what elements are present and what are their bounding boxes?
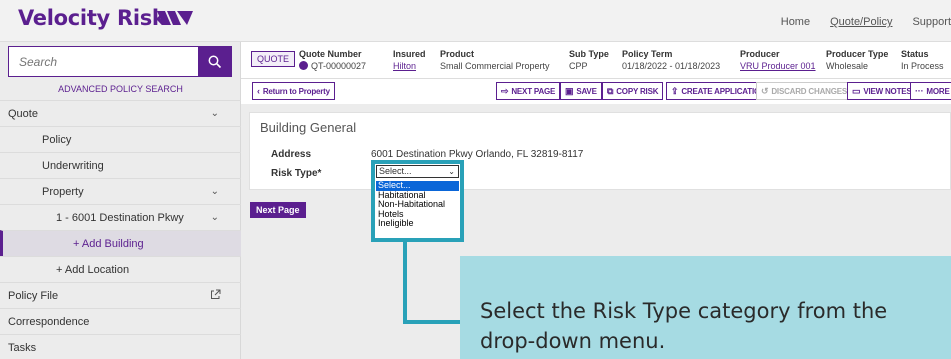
sidebar-item-policy-file[interactable]: Policy File (0, 282, 241, 308)
field-value: Small Commercial Property (440, 61, 550, 71)
field-value: QT-00000027 (311, 61, 367, 71)
more-icon: ··· (915, 86, 924, 96)
search-input[interactable] (9, 47, 198, 76)
status: Status In Process (901, 48, 944, 72)
next-page-button[interactable]: Next Page (250, 202, 306, 218)
search-icon (208, 55, 221, 68)
risk-type-highlight: Select... ⌄ Select... Habitational Non-H… (371, 160, 464, 242)
risk-type-options: Select... Habitational Non-Habitational … (376, 180, 459, 229)
insured: Insured Hilton (393, 48, 426, 72)
risk-type-label: Risk Type* (271, 168, 322, 179)
quote-number: Quote Number QT-00000027 (299, 48, 366, 72)
field-label: Sub Type (569, 49, 609, 59)
field-label: Status (901, 49, 929, 59)
building-general-panel: Building General Address 6001 Destinatio… (249, 112, 951, 190)
sidebar-item-label: Property (42, 186, 84, 198)
discard-changes-button[interactable]: ↺ DISCARD CHANGES (756, 82, 853, 100)
search-button[interactable] (198, 47, 231, 76)
insured-link[interactable]: Hilton (393, 60, 426, 72)
nav-quote-policy[interactable]: Quote/Policy (830, 16, 892, 28)
sidebar-item-label: 1 - 6001 Destination Pkwy (56, 212, 184, 224)
action-toolbar: ‹ Return to Property ⇨ NEXT PAGE ▣ SAVE ⧉ CO… (241, 80, 951, 102)
chevron-left-icon: ‹ (257, 86, 260, 96)
callout-connector (403, 242, 407, 324)
producer: Producer VRU Producer 001 (740, 48, 816, 72)
product: Product Small Commercial Property (440, 48, 550, 72)
callout-connector (403, 320, 463, 324)
panel-title: Building General (260, 120, 357, 135)
save-icon: ▣ (565, 85, 574, 96)
return-to-property-button[interactable]: ‹ Return to Property (252, 82, 335, 100)
sidebar-item-correspondence[interactable]: Correspondence (0, 308, 241, 334)
instruction-callout: Select the Risk Type category from the d… (460, 256, 951, 359)
next-page-toolbar-button[interactable]: ⇨ NEXT PAGE (496, 82, 561, 100)
advanced-policy-search-link[interactable]: ADVANCED POLICY SEARCH (0, 84, 241, 94)
risk-type-select[interactable]: Select... ⌄ (376, 165, 459, 178)
more-button[interactable]: ··· MORE (910, 82, 951, 100)
sidebar-item-tasks[interactable]: Tasks (0, 334, 241, 359)
external-link-icon (211, 289, 221, 299)
field-value: In Process (901, 61, 944, 71)
sidebar-item-label: Policy (42, 134, 72, 146)
field-label: Quote Number (299, 49, 362, 59)
arrow-right-icon: ⇨ (501, 85, 509, 96)
chevron-down-circle-icon[interactable] (299, 61, 308, 71)
app-logo[interactable]: Velocity Risk (18, 6, 166, 30)
sidebar-item-location-1[interactable]: 1 - 6001 Destination Pkwy ⌄ (0, 204, 241, 230)
producer-type: Producer Type Wholesale (826, 48, 888, 72)
field-value: Wholesale (826, 61, 869, 71)
sidebar: ADVANCED POLICY SEARCH Quote ⌄ Policy Un… (0, 42, 241, 359)
quote-status-badge: QUOTE (251, 51, 296, 67)
risk-type-option[interactable]: Ineligible (376, 218, 459, 229)
create-application-button[interactable]: ⇪ CREATE APPLICATION (666, 82, 771, 100)
sidebar-item-underwriting[interactable]: Underwriting (0, 152, 241, 178)
sidebar-item-quote[interactable]: Quote ⌄ (0, 100, 241, 126)
nav-support[interactable]: Support (912, 16, 951, 28)
address-value: 6001 Destination Pkwy Orlando, FL 32819-… (371, 149, 584, 160)
sidebar-item-label: Correspondence (8, 316, 90, 328)
copy-risk-button[interactable]: ⧉ COPY RISK (602, 82, 664, 100)
field-label: Product (440, 49, 475, 59)
chevron-down-icon: ⌄ (448, 167, 455, 176)
view-notes-button[interactable]: ▭ VIEW NOTES (847, 82, 917, 100)
quote-info-bar: QUOTE Quote Number QT-00000027 Insured H… (241, 42, 951, 79)
sidebar-nav: Quote ⌄ Policy Underwriting Property ⌄ 1… (0, 100, 241, 359)
sidebar-item-label: Underwriting (42, 160, 104, 172)
sidebar-item-label: Quote (8, 108, 38, 120)
field-value: CPP (569, 61, 588, 71)
field-label: Policy Term (622, 49, 673, 59)
sub-type: Sub Type CPP (569, 48, 609, 72)
sidebar-item-add-building[interactable]: + Add Building (0, 230, 241, 256)
sidebar-item-label: Policy File (8, 290, 59, 302)
undo-icon: ↺ (761, 85, 769, 96)
sidebar-item-label: + Add Location (56, 264, 130, 276)
nav-home[interactable]: Home (781, 16, 810, 28)
search-box (8, 46, 232, 77)
policy-term: Policy Term 01/18/2022 - 01/18/2023 (622, 48, 720, 72)
callout-text: Select the Risk Type category from the d… (480, 299, 888, 353)
sidebar-item-property[interactable]: Property ⌄ (0, 178, 241, 204)
chevron-down-icon: ⌄ (210, 212, 219, 223)
upload-icon: ⇪ (671, 85, 679, 96)
save-button[interactable]: ▣ SAVE (560, 82, 602, 100)
address-label: Address (271, 149, 312, 160)
chevron-down-icon: ⌄ (210, 186, 219, 197)
field-label: Producer Type (826, 49, 889, 59)
chevron-down-icon: ⌄ (210, 108, 219, 119)
copy-icon: ⧉ (607, 85, 614, 96)
note-icon: ▭ (852, 85, 861, 96)
sidebar-item-label: + Add Building (73, 238, 144, 250)
field-value: 01/18/2022 - 01/18/2023 (622, 61, 721, 71)
producer-link[interactable]: VRU Producer 001 (740, 60, 816, 72)
sidebar-item-label: Tasks (8, 342, 37, 354)
sidebar-item-policy[interactable]: Policy (0, 126, 241, 152)
logo-mark-icon (157, 11, 193, 25)
field-label: Insured (393, 49, 426, 59)
field-label: Producer (740, 49, 780, 59)
top-nav: Home Quote/Policy Support (781, 16, 951, 28)
top-header: Velocity Risk Home Quote/Policy Support (0, 0, 951, 42)
sidebar-item-add-location[interactable]: + Add Location (0, 256, 241, 282)
